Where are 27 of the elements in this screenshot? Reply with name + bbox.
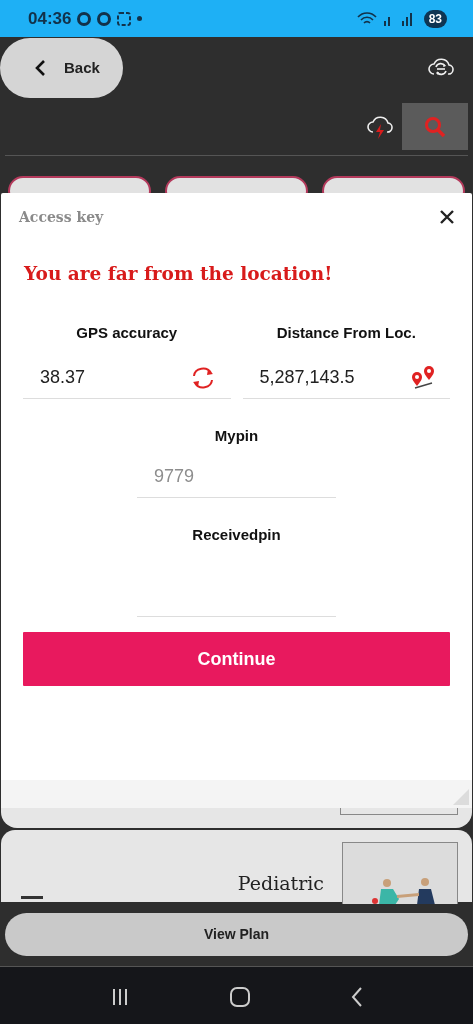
resize-grip-icon[interactable] xyxy=(453,789,469,805)
battery-level: 83 xyxy=(423,9,447,28)
ring-icon xyxy=(77,11,92,26)
input-field[interactable]: 5,287,143.5 xyxy=(242,357,450,399)
dot-icon xyxy=(137,16,143,21)
chevron-left-icon xyxy=(34,58,46,77)
screenshot-icon xyxy=(117,11,132,26)
home-icon[interactable] xyxy=(228,985,251,1008)
back-button[interactable]: Back xyxy=(0,37,123,98)
dialog-title: Access key xyxy=(19,209,104,225)
search-icon xyxy=(423,114,447,139)
cloud-bolt-icon[interactable] xyxy=(366,113,394,140)
field-label: Distance From Loc. xyxy=(276,324,416,341)
back-icon[interactable] xyxy=(349,985,364,1008)
warning-message: You are far from the location! xyxy=(24,263,334,284)
field-label: GPS accuracy xyxy=(76,324,178,341)
pin-field[interactable]: 9779 xyxy=(137,456,336,498)
continue-button[interactable]: Continue xyxy=(23,632,450,686)
view-plan-button[interactable]: View Plan xyxy=(5,912,468,956)
card-title: Pediatric xyxy=(236,871,325,894)
status-time: 04:36 xyxy=(28,8,72,29)
ring-icon xyxy=(97,11,112,26)
close-button[interactable] xyxy=(440,210,454,224)
input-field[interactable]: 38.37 xyxy=(23,357,231,399)
field-label: Receivedpin xyxy=(192,526,281,543)
map-pins-icon[interactable] xyxy=(410,364,436,391)
field-label: Mypin xyxy=(214,427,259,444)
